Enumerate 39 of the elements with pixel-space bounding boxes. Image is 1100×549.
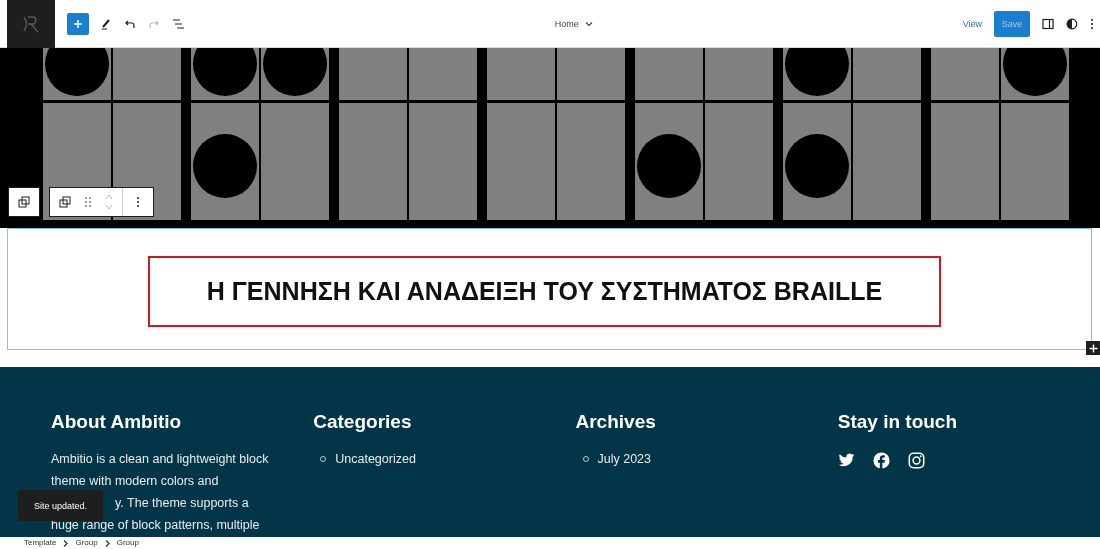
chevron-right-icon <box>63 539 69 547</box>
footer-heading: Stay in touch <box>837 411 959 433</box>
view-button[interactable]: View <box>962 18 982 29</box>
description-line: Ambitio is a clean and lightweight block <box>51 451 269 468</box>
snackbar-notice: Site updated. <box>18 490 104 521</box>
more-icon <box>1090 17 1094 30</box>
facebook-icon[interactable] <box>872 452 890 469</box>
breadcrumb-link[interactable]: Template <box>24 537 57 549</box>
settings-panel-button[interactable] <box>1042 17 1054 30</box>
breadcrumb-link[interactable]: Group <box>75 537 98 549</box>
footer-heading: Categories <box>313 411 413 433</box>
list-view-button[interactable] <box>171 16 185 31</box>
copy-squares-icon <box>18 196 30 208</box>
plus-icon <box>1088 343 1098 353</box>
section-heading: Η ΓΕΝΝΗΣΗ ΚΑΙ ΑΝΑΔΕΙΞΗ ΤΟΥ ΣΥΣΤΗΜΑΤΟΣ BRAILLE <box>148 256 941 327</box>
plus-icon <box>73 18 83 29</box>
more-icon <box>136 196 140 208</box>
sidebar-icon <box>1042 17 1054 30</box>
footer-heading: Archives <box>575 411 657 433</box>
chevron-right-icon <box>104 539 110 547</box>
breadcrumb-link[interactable]: Group <box>116 537 139 549</box>
contrast-icon <box>1066 17 1078 30</box>
drag-dots-icon <box>85 197 91 207</box>
copy-squares-icon <box>59 196 71 208</box>
options-button[interactable] <box>1090 17 1094 30</box>
insert-block-button[interactable] <box>1086 341 1100 355</box>
twitter-icon[interactable] <box>837 453 855 468</box>
list-view-icon <box>171 16 185 31</box>
footer-link[interactable]: July 2023 <box>597 448 651 470</box>
document-title-button[interactable]: Home <box>550 14 597 33</box>
footer-link[interactable]: Uncategorized <box>335 448 416 470</box>
chevrons-icon <box>104 193 114 211</box>
footer-heading: About Ambitio <box>51 411 183 433</box>
description-line: y. The theme supports a <box>115 495 249 512</box>
chevron-down-icon <box>584 20 593 27</box>
instagram-icon[interactable] <box>907 452 925 469</box>
description-line: theme with modern colors and <box>51 473 219 490</box>
add-block-button[interactable] <box>67 12 89 35</box>
styles-button[interactable] <box>1066 17 1078 30</box>
